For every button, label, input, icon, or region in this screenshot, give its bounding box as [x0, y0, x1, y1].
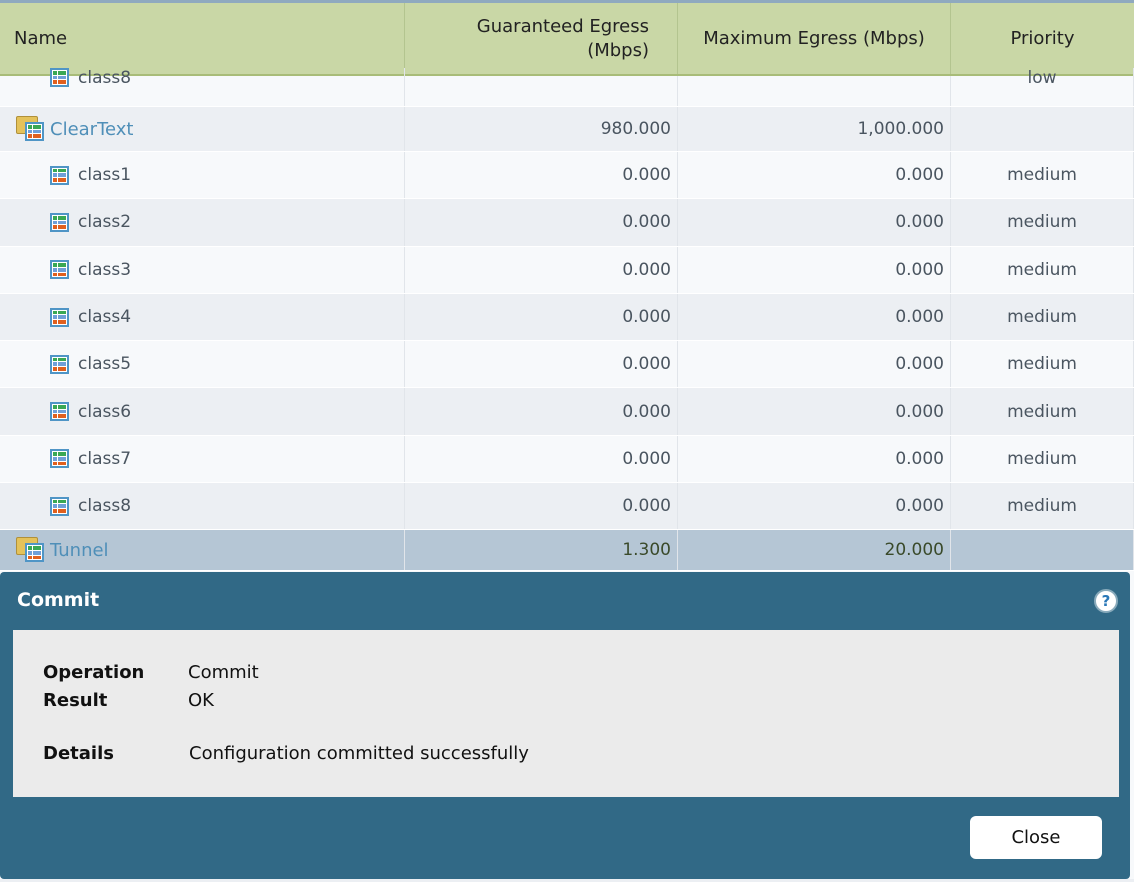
table-row[interactable]: class8 0.000 0.000 medium [0, 483, 1134, 531]
table-row[interactable]: class6 0.000 0.000 medium [0, 388, 1134, 436]
row-maximum: 0.000 [678, 152, 951, 199]
class-icon [50, 260, 69, 280]
folder-icon [16, 116, 46, 142]
col-priority[interactable]: Priority [951, 3, 1134, 74]
group-row[interactable]: Tunnel 1.300 20.000 [0, 530, 1134, 572]
row-priority: medium [951, 293, 1134, 341]
row-maximum: 0.000 [678, 483, 951, 530]
row-guaranteed: 0.000 [405, 152, 678, 199]
class-icon [50, 212, 69, 232]
dialog-body: Operation Commit Result OK Details Confi… [13, 630, 1119, 797]
class-icon [50, 68, 69, 87]
col-maximum[interactable]: Maximum Egress (Mbps) [678, 3, 951, 74]
table-row[interactable]: class3 0.000 0.000 medium [0, 246, 1134, 294]
table-header: Name Guaranteed Egress (Mbps) Maximum Eg… [0, 0, 1134, 76]
row-name: class4 [78, 307, 132, 328]
row-priority: low [951, 68, 1134, 106]
row-name: class1 [78, 165, 132, 186]
row-name: class7 [78, 448, 132, 469]
class-icon [50, 402, 69, 422]
operation-label: Operation [43, 662, 145, 683]
table-row[interactable]: class8 low [0, 68, 1134, 107]
table-row[interactable]: class7 0.000 0.000 medium [0, 435, 1134, 484]
folder-icon [16, 537, 46, 563]
row-name: class8 [78, 68, 132, 88]
table-row[interactable]: class5 0.000 0.000 medium [0, 341, 1134, 389]
class-icon [50, 496, 69, 516]
row-name: class5 [78, 354, 132, 375]
row-priority: medium [951, 341, 1134, 388]
row-maximum: 1,000.000 [678, 107, 951, 151]
col-name[interactable]: Name [0, 3, 405, 74]
row-priority: medium [951, 388, 1134, 435]
class-icon [50, 307, 69, 327]
row-name: class2 [78, 212, 132, 233]
row-guaranteed: 0.000 [405, 293, 678, 341]
details-value: Configuration committed successfully [189, 743, 529, 764]
row-guaranteed: 0.000 [405, 435, 678, 483]
help-icon[interactable]: ? [1094, 589, 1118, 613]
class-icon [50, 165, 69, 185]
group-name[interactable]: Tunnel [50, 540, 109, 561]
row-priority: medium [951, 435, 1134, 483]
close-button[interactable]: Close [970, 816, 1102, 859]
result-value: OK [188, 690, 214, 711]
row-priority: medium [951, 246, 1134, 293]
commit-dialog: Commit ? Operation Commit Result OK Deta… [0, 572, 1130, 879]
result-label: Result [43, 690, 108, 711]
row-guaranteed: 0.000 [405, 388, 678, 435]
row-name: class3 [78, 259, 132, 280]
row-guaranteed: 1.300 [405, 530, 678, 571]
row-priority: medium [951, 483, 1134, 530]
row-guaranteed: 980.000 [405, 107, 678, 151]
row-guaranteed: 0.000 [405, 246, 678, 293]
row-name: class8 [78, 496, 132, 517]
table-body: class8 low ClearText 980.000 1,000.000 c… [0, 68, 1134, 572]
table-row[interactable]: class4 0.000 0.000 medium [0, 293, 1134, 342]
row-name: class6 [78, 401, 132, 422]
details-label: Details [43, 743, 114, 764]
class-icon [50, 449, 69, 469]
row-guaranteed: 0.000 [405, 483, 678, 530]
group-name[interactable]: ClearText [50, 119, 133, 140]
row-priority: medium [951, 199, 1134, 246]
row-maximum: 0.000 [678, 246, 951, 293]
dialog-title: Commit [17, 589, 100, 611]
operation-value: Commit [188, 662, 259, 683]
row-priority: medium [951, 152, 1134, 199]
row-maximum: 0.000 [678, 388, 951, 435]
table-row[interactable]: class1 0.000 0.000 medium [0, 152, 1134, 200]
row-maximum: 0.000 [678, 293, 951, 341]
class-icon [50, 354, 69, 374]
row-maximum: 0.000 [678, 199, 951, 246]
col-guaranteed[interactable]: Guaranteed Egress (Mbps) [405, 3, 678, 74]
row-maximum: 20.000 [678, 530, 951, 571]
row-guaranteed: 0.000 [405, 199, 678, 246]
row-maximum: 0.000 [678, 435, 951, 483]
group-row[interactable]: ClearText 980.000 1,000.000 [0, 107, 1134, 152]
row-maximum: 0.000 [678, 341, 951, 388]
row-guaranteed: 0.000 [405, 341, 678, 388]
table-row[interactable]: class2 0.000 0.000 medium [0, 199, 1134, 247]
